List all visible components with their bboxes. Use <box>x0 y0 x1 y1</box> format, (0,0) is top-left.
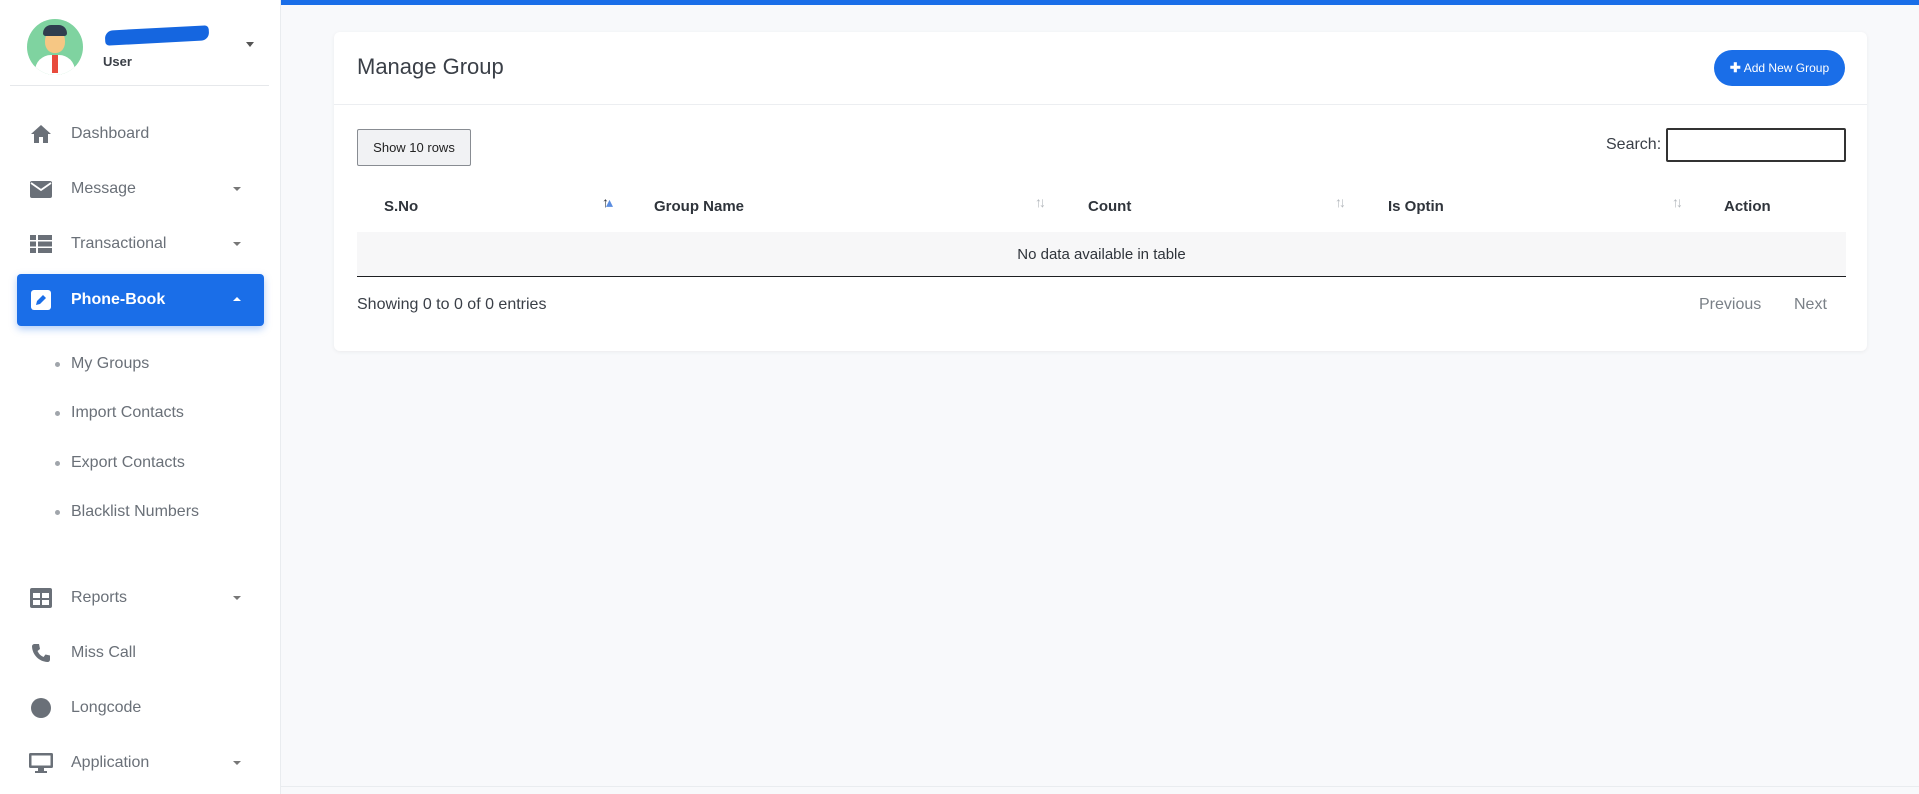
sidebar-subitem-label: My Groups <box>71 355 150 372</box>
sidebar-item-dashboard[interactable]: Dashboard <box>17 108 264 160</box>
chevron-down-icon <box>233 761 241 765</box>
sidebar-subitem-label: Import Contacts <box>71 404 184 421</box>
page-title: Manage Group <box>357 54 504 79</box>
sidebar-item-label: Reports <box>71 589 128 606</box>
bullet-icon <box>55 460 60 466</box>
previous-page-button[interactable]: Previous <box>1699 296 1761 314</box>
circle-icon <box>29 696 53 720</box>
sidebar-item-label: Longcode <box>71 699 142 716</box>
sort-icon[interactable]: ↑↓ <box>1035 194 1046 210</box>
chevron-down-icon[interactable] <box>246 42 254 47</box>
column-header-group-name[interactable]: Group Name <box>654 198 744 215</box>
column-header-count[interactable]: Count <box>1088 198 1131 215</box>
sidebar-subitem-blacklist-numbers[interactable]: Blacklist Numbers <box>55 500 199 524</box>
sidebar-item-label: Phone-Book <box>71 291 166 308</box>
bullet-icon <box>55 361 60 367</box>
sidebar-subitem-export-contacts[interactable]: Export Contacts <box>55 451 185 475</box>
bullet-icon <box>55 509 60 515</box>
bullet-icon <box>55 410 60 416</box>
sidebar-item-application[interactable]: Application <box>17 737 264 789</box>
list-icon <box>29 232 53 256</box>
sort-ascending-icon[interactable]: ↑▴ <box>602 194 613 211</box>
user-role: User <box>103 54 132 69</box>
sidebar-item-label: Message <box>71 180 136 197</box>
search-input[interactable] <box>1666 128 1846 162</box>
edit-icon <box>29 288 53 312</box>
column-header-is-optin[interactable]: Is Optin <box>1388 198 1444 215</box>
sidebar-item-transactional[interactable]: Transactional <box>17 218 264 270</box>
monitor-icon <box>29 751 53 775</box>
column-header-sno[interactable]: S.No <box>384 198 418 215</box>
sort-icon[interactable]: ↑↓ <box>1672 194 1683 210</box>
card-header: Manage Group ✚ Add New Group <box>334 32 1867 105</box>
column-header-action: Action <box>1724 198 1771 215</box>
table-icon <box>29 586 53 610</box>
plus-icon: ✚ <box>1729 60 1741 75</box>
next-page-button[interactable]: Next <box>1794 296 1827 314</box>
sidebar-item-label: Dashboard <box>71 125 150 142</box>
sidebar-item-phone-book[interactable]: Phone-Book <box>17 274 264 326</box>
sidebar-subitem-import-contacts[interactable]: Import Contacts <box>55 401 184 425</box>
chevron-down-icon <box>233 187 241 191</box>
envelope-icon <box>29 177 53 201</box>
manage-group-card: Manage Group ✚ Add New Group Show 10 row… <box>334 32 1867 351</box>
sort-icon[interactable]: ↑↓ <box>1335 194 1346 210</box>
top-accent-bar <box>0 0 1919 5</box>
sidebar-item-label: Transactional <box>71 235 167 252</box>
phone-icon <box>29 641 53 665</box>
footer-divider <box>281 786 1919 787</box>
sidebar-item-label: Miss Call <box>71 644 136 661</box>
user-profile[interactable]: User <box>10 10 269 86</box>
add-new-group-label: Add New Group <box>1743 61 1830 75</box>
chevron-up-icon <box>233 297 241 301</box>
redacted-username <box>104 25 210 46</box>
sidebar-item-miss-call[interactable]: Miss Call <box>17 627 264 679</box>
table-empty-row: No data available in table <box>357 232 1846 277</box>
empty-message: No data available in table <box>1017 245 1186 263</box>
search-label: Search: <box>1606 136 1662 153</box>
table-info: Showing 0 to 0 of 0 entries <box>357 296 547 313</box>
add-new-group-button[interactable]: ✚ Add New Group <box>1714 50 1845 86</box>
sidebar-item-longcode[interactable]: Longcode <box>17 682 264 734</box>
show-rows-button[interactable]: Show 10 rows <box>357 129 471 166</box>
sidebar-item-label: Application <box>71 754 150 771</box>
sidebar-item-message[interactable]: Message <box>17 163 264 215</box>
chevron-down-icon <box>233 242 241 246</box>
sidebar-subitem-label: Export Contacts <box>71 454 185 471</box>
sidebar-subitem-label: Blacklist Numbers <box>71 503 200 520</box>
chevron-down-icon <box>233 596 241 600</box>
home-icon <box>29 122 53 146</box>
sidebar-subitem-my-groups[interactable]: My Groups <box>55 352 149 376</box>
sidebar-item-reports[interactable]: Reports <box>17 572 264 624</box>
sidebar: User Dashboard Message Transactional Pho… <box>0 0 281 794</box>
avatar <box>27 19 83 75</box>
